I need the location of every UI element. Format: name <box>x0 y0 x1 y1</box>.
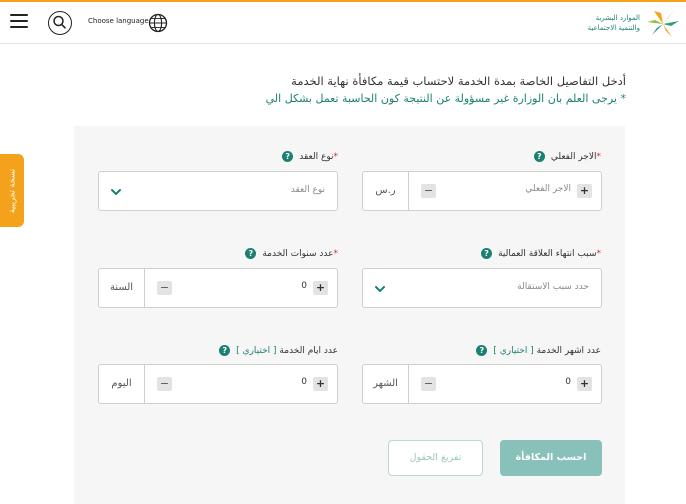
chevron-down-icon <box>111 189 121 195</box>
globe-icon[interactable] <box>148 13 168 33</box>
help-icon[interactable]: ? <box>476 345 488 356</box>
years-increment-button[interactable]: + <box>313 281 328 295</box>
salary-increment-button[interactable]: + <box>577 184 592 198</box>
service-years-field: السنة − 0 + <box>98 268 338 308</box>
logo-leaf-icon <box>647 10 679 37</box>
help-icon[interactable]: ? <box>219 345 231 356</box>
salary-decrement-button[interactable]: − <box>421 184 436 198</box>
choose-language-link[interactable]: Choose language <box>88 17 149 25</box>
service-days-input[interactable]: 0 <box>301 377 307 387</box>
years-decrement-button[interactable]: − <box>157 281 172 295</box>
help-icon[interactable]: ? <box>481 248 493 259</box>
service-days-label: عدد ايام الخدمة [ اختياري ]? <box>219 345 338 359</box>
clear-fields-button[interactable]: تفريغ الحقول <box>388 440 483 476</box>
ministry-logo[interactable]: الموارد البشرية والتنمية الاجتماعية <box>572 7 682 41</box>
chevron-down-icon <box>375 286 385 292</box>
calculate-button[interactable]: احسب المكافأة <box>500 440 602 476</box>
months-unit: الشهر <box>363 365 409 403</box>
months-decrement-button[interactable]: − <box>421 377 436 391</box>
top-bar: Choose language الموارد البشرية والتنمية… <box>0 0 686 44</box>
salary-input[interactable]: الاجر الفعلي <box>525 184 571 194</box>
contract-type-select[interactable]: نوع العقد <box>98 171 338 211</box>
salary-label: *الاجر الفعلي? <box>533 151 601 165</box>
contract-type-value: نوع العقد <box>290 185 325 195</box>
termination-reason-label: *سبب انتهاء العلاقة العمالية? <box>481 248 601 262</box>
service-months-label: عدد اشهر الخدمة [ اختياري ]? <box>476 345 601 359</box>
help-icon[interactable]: ? <box>245 248 257 259</box>
service-years-input[interactable]: 0 <box>301 281 307 291</box>
disclaimer-note: * يرجى العلم بان الوزارة غير مسؤولة عن ا… <box>265 92 626 105</box>
menu-icon[interactable] <box>10 14 28 28</box>
days-unit: اليوم <box>99 365 145 403</box>
help-icon[interactable]: ? <box>282 151 294 162</box>
logo-text: الموارد البشرية والتنمية الاجتماعية <box>587 14 640 32</box>
termination-reason-value: حدد سبب الاستقالة <box>517 282 589 292</box>
service-months-field: الشهر − 0 + <box>362 364 602 404</box>
help-icon[interactable]: ? <box>533 151 545 162</box>
beta-version-label: نسخة تجريبية <box>7 168 17 213</box>
beta-version-tab[interactable]: نسخة تجريبية <box>0 154 24 227</box>
salary-field: ر.س − الاجر الفعلي + <box>362 171 602 211</box>
service-days-field: اليوم − 0 + <box>98 364 338 404</box>
days-increment-button[interactable]: + <box>313 377 328 391</box>
days-decrement-button[interactable]: − <box>157 377 172 391</box>
contract-type-label: *نوع العقد? <box>282 151 338 165</box>
intro-section: أدخل التفاصيل الخاصة بمدة الخدمة لاحتساب… <box>66 72 626 108</box>
years-unit: السنة <box>99 269 145 307</box>
termination-reason-select[interactable]: حدد سبب الاستقالة <box>362 268 602 308</box>
months-increment-button[interactable]: + <box>577 377 592 391</box>
page-title: أدخل التفاصيل الخاصة بمدة الخدمة لاحتساب… <box>291 74 626 88</box>
search-icon[interactable] <box>48 11 72 35</box>
currency-unit: ر.س <box>363 172 409 210</box>
service-months-input[interactable]: 0 <box>565 377 571 387</box>
service-years-label: *عدد سنوات الخدمة? <box>245 248 338 262</box>
